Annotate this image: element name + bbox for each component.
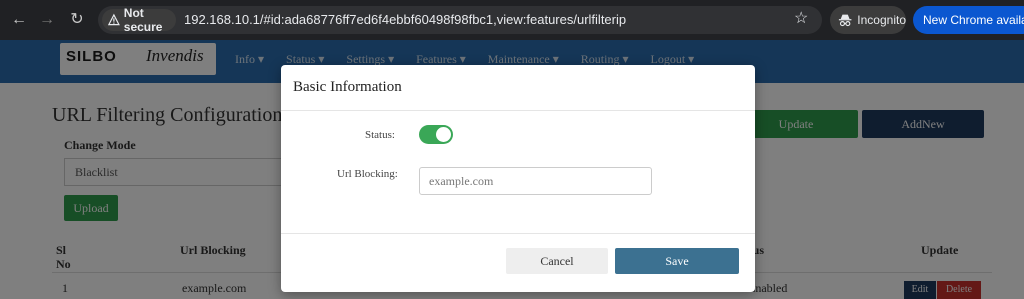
toggle-knob [436, 127, 451, 142]
modal-footer-divider [281, 233, 755, 234]
incognito-icon [838, 14, 852, 27]
security-indicator[interactable]: Not secure [102, 6, 176, 34]
star-icon[interactable]: ☆ [794, 9, 808, 29]
url-blocking-input[interactable] [419, 167, 652, 195]
modal-header: Basic Information [281, 65, 755, 111]
forward-icon[interactable]: → [36, 9, 58, 31]
incognito-indicator[interactable]: Incognito [830, 6, 906, 34]
basic-information-modal: Basic Information Status: Url Blocking: … [281, 65, 755, 292]
warning-icon [108, 13, 120, 26]
url-text[interactable]: 192.168.10.1/#id:ada68776ff7ed6f4ebbf604… [184, 12, 626, 27]
chrome-update-button[interactable]: New Chrome available [913, 6, 1024, 34]
browser-toolbar: ← → ↻ Not secure 192.168.10.1/#id:ada687… [0, 0, 1024, 40]
security-label: Not secure [123, 6, 163, 34]
incognito-label: Incognito [857, 13, 906, 27]
address-bar[interactable]: Not secure 192.168.10.1/#id:ada68776ff7e… [98, 6, 822, 34]
save-button[interactable]: Save [615, 248, 739, 274]
cancel-button[interactable]: Cancel [506, 248, 608, 274]
back-icon[interactable]: ← [8, 9, 30, 31]
modal-title: Basic Information [293, 79, 402, 95]
status-toggle[interactable] [419, 125, 453, 144]
status-label: Status: [365, 129, 395, 141]
url-blocking-label: Url Blocking: [337, 168, 398, 180]
reload-icon[interactable]: ↻ [66, 9, 88, 31]
